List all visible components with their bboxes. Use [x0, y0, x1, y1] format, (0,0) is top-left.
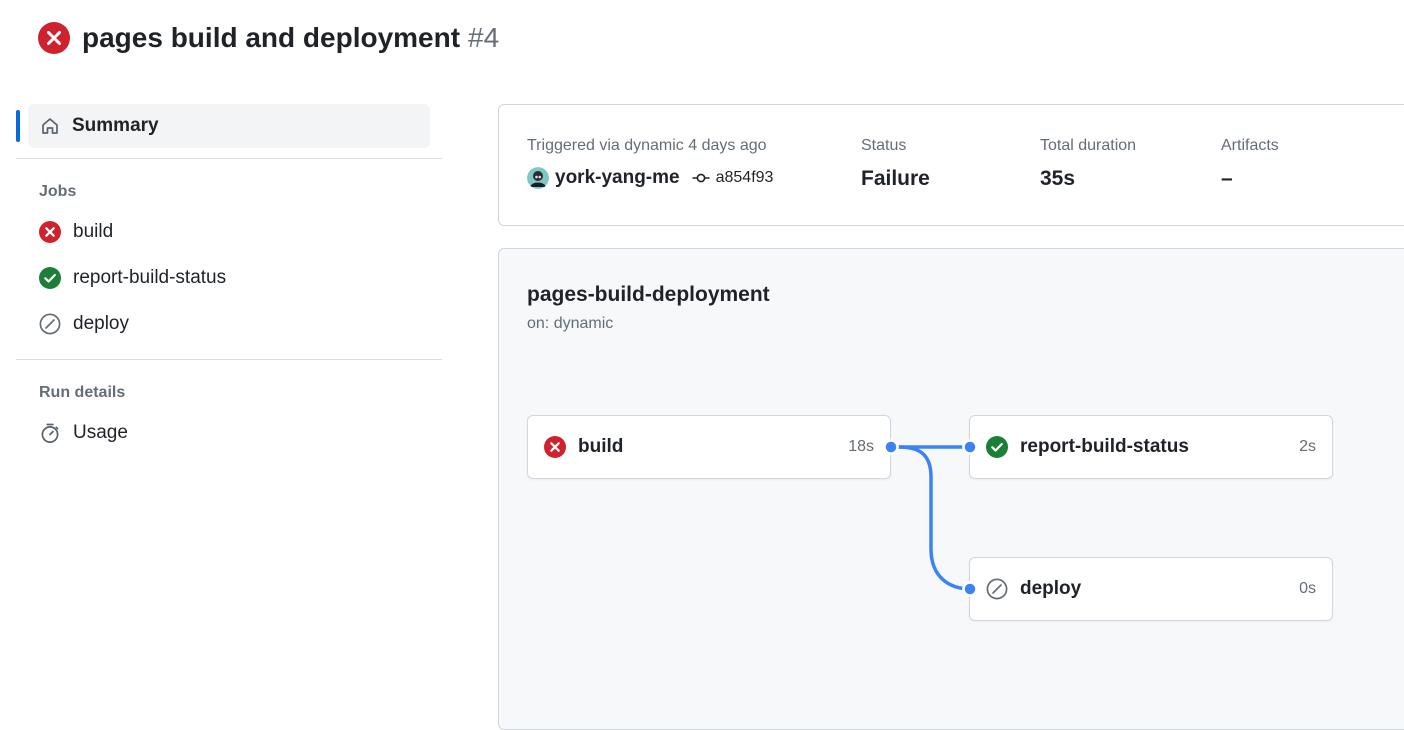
failure-icon: [39, 221, 61, 243]
sidebar: Summary Jobs build report-build-status d…: [16, 104, 442, 456]
status-value: Failure: [861, 167, 930, 190]
job-duration: 2s: [1299, 438, 1316, 455]
job-connectors: [883, 439, 978, 597]
home-icon: [40, 116, 60, 136]
duration-value: 35s: [1040, 167, 1076, 190]
job-duration: 0s: [1299, 580, 1316, 597]
run-details-heading: Run details: [39, 384, 126, 401]
job-name: deploy: [1020, 578, 1082, 599]
actor-link[interactable]: york-yang-me: [555, 167, 680, 189]
artifacts-label: Artifacts: [1221, 137, 1279, 154]
workflow-graph: pages-build-deployment on: dynamic build…: [498, 248, 1404, 730]
job-node-build[interactable]: build 18s: [527, 415, 891, 479]
failure-status-icon: [38, 22, 70, 54]
skipped-icon: [986, 578, 1008, 600]
commit-sha-link[interactable]: a854f93: [716, 169, 774, 187]
job-duration: 18s: [848, 438, 874, 455]
active-indicator: [16, 110, 20, 142]
divider: [16, 359, 442, 360]
success-icon: [39, 267, 61, 289]
stopwatch-icon: [39, 422, 61, 444]
duration-field: Total duration 35s: [1040, 137, 1136, 191]
run-number: #4: [468, 22, 500, 53]
git-commit-icon: [692, 169, 710, 187]
page-title: pages build and deployment: [82, 22, 461, 53]
sidebar-item-label: Summary: [72, 115, 159, 136]
failure-icon: [544, 436, 566, 458]
trigger-field: Triggered via dynamic 4 days ago york-ya…: [527, 137, 773, 189]
sidebar-item-summary[interactable]: Summary: [16, 104, 430, 148]
status-field: Status Failure: [861, 137, 930, 191]
success-icon: [986, 436, 1008, 458]
job-node-deploy[interactable]: deploy 0s: [969, 557, 1333, 621]
sidebar-item-label: report-build-status: [73, 267, 227, 288]
avatar[interactable]: [527, 167, 549, 189]
artifacts-field: Artifacts –: [1221, 137, 1279, 191]
sidebar-item-deploy[interactable]: deploy: [39, 301, 442, 347]
job-name: build: [578, 436, 624, 457]
jobs-heading: Jobs: [39, 183, 77, 200]
status-label: Status: [861, 137, 907, 154]
skipped-icon: [39, 313, 61, 335]
trigger-text: Triggered via dynamic 4 days ago: [527, 137, 767, 154]
duration-label: Total duration: [1040, 137, 1137, 154]
sidebar-item-report-build-status[interactable]: report-build-status: [39, 255, 442, 301]
sidebar-item-label: deploy: [73, 313, 129, 334]
job-name: report-build-status: [1020, 436, 1189, 457]
sidebar-item-label: build: [73, 221, 114, 242]
divider: [16, 158, 442, 159]
artifacts-value: –: [1221, 167, 1233, 190]
run-summary-card: Triggered via dynamic 4 days ago york-ya…: [498, 104, 1404, 226]
sidebar-item-build[interactable]: build: [39, 209, 442, 255]
sidebar-item-label: Usage: [73, 422, 128, 443]
run-header: pages build and deployment #4: [38, 22, 499, 54]
sidebar-item-usage[interactable]: Usage: [39, 410, 442, 456]
job-node-report-build-status[interactable]: report-build-status 2s: [969, 415, 1333, 479]
